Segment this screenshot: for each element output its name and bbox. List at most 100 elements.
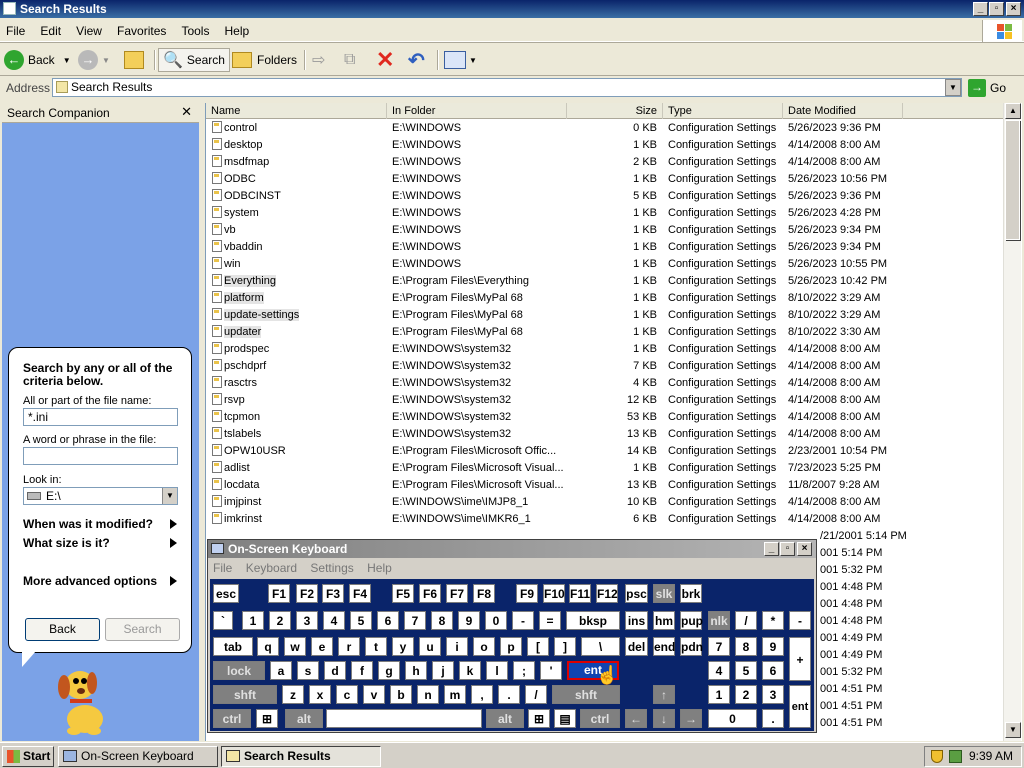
osk-key-hm[interactable]: hm [653,611,675,630]
osk-key-p[interactable]: p [500,637,522,656]
osk-key-symbol[interactable]: ↑ [653,685,675,704]
table-row[interactable]: imjpinst E:\WINDOWS\ime\IMJP8_1 10 KB Confi… [206,494,1006,511]
osk-key-F2[interactable]: F2 [296,584,318,603]
osk-key-ctrl[interactable]: ctrl [580,709,620,728]
when-modified-link[interactable]: When was it modified? [23,517,177,531]
table-row[interactable]: rasctrs E:\WINDOWS\system32 4 KB Configurat… [206,375,1006,392]
osk-key-del[interactable]: del [625,637,648,656]
chevron-down-icon[interactable]: ▼ [162,488,177,504]
back-button-companion[interactable]: Back [25,618,100,641]
osk-key-9[interactable]: 9 [458,611,480,630]
close-pane-icon[interactable]: ✕ [181,104,192,120]
osk-key-6[interactable]: 6 [377,611,399,630]
table-row[interactable]: platform E:\Program Files\MyPal 68 1 KB Con… [206,290,1006,307]
osk-key-8[interactable]: 8 [735,637,757,656]
osk-key-1[interactable]: 1 [242,611,264,630]
advanced-options-link[interactable]: More advanced options [23,574,177,588]
menu-help[interactable]: Help [219,20,256,42]
osk-key-symbol[interactable]: / [735,611,757,630]
scroll-up-button[interactable]: ▲ [1005,103,1021,119]
osk-key-a[interactable]: a [270,661,292,680]
osk-key-alt[interactable]: alt [486,709,524,728]
column-header-type[interactable]: Type [663,103,783,119]
chevron-down-icon[interactable]: ▼ [469,56,477,65]
osk-key-1[interactable]: 1 [708,685,730,704]
table-row[interactable]: updater E:\Program Files\MyPal 68 1 KB Conf… [206,324,1006,341]
table-row[interactable]: system E:\WINDOWS 1 KB Configuration Settin… [206,205,1006,222]
osk-key-symbol[interactable]: ⊞ [256,709,278,728]
look-in-select[interactable]: E:\ ▼ [23,487,178,505]
osk-key-m[interactable]: m [444,685,466,704]
osk-key-slk[interactable]: slk [653,584,675,603]
size-link[interactable]: What size is it? [23,536,177,550]
network-icon[interactable] [949,750,962,763]
scrollbar-thumb[interactable] [1005,120,1020,240]
osk-key-v[interactable]: v [363,685,385,704]
osk-key-symbol[interactable]: ' [540,661,562,680]
menu-tools[interactable]: Tools [175,20,215,42]
osk-key-symbol[interactable]: [ [527,637,549,656]
taskbar-item-search-results[interactable]: Search Results [221,746,381,767]
osk-key-f[interactable]: f [351,661,373,680]
osk-key-symbol[interactable]: ⊞ [528,709,550,728]
search-button[interactable]: 🔍 Search [158,48,230,72]
osk-key-symbol[interactable]: . [498,685,520,704]
address-input[interactable]: Search Results [52,78,962,97]
folders-button[interactable]: Folders [232,48,297,72]
table-row[interactable]: pschdprf E:\WINDOWS\system32 7 KB Configura… [206,358,1006,375]
osk-key-F4[interactable]: F4 [349,584,371,603]
osk-maximize-button[interactable]: ▫ [780,542,795,556]
osk-menu-settings[interactable]: Settings [305,559,358,577]
table-row[interactable]: ODBCINST E:\WINDOWS 5 KB Configuration Sett… [206,188,1006,205]
osk-minimize-button[interactable]: _ [764,542,779,556]
osk-key-symbol[interactable]: . [762,709,784,728]
osk-key-symbol[interactable]: ↓ [653,709,675,728]
menu-favorites[interactable]: Favorites [111,20,172,42]
table-row[interactable]: Everything E:\Program Files\Everything 1 K… [206,273,1006,290]
osk-key-2[interactable]: 2 [269,611,291,630]
osk-key-u[interactable]: u [419,637,441,656]
table-row[interactable]: OPW10USR E:\Program Files\Microsoft Offic… [206,443,1006,460]
osk-key-2[interactable]: 2 [735,685,757,704]
osk-key-esc[interactable]: esc [213,584,239,603]
table-row[interactable]: vbaddin E:\WINDOWS 1 KB Configuration Setti… [206,239,1006,256]
osk-key-F12[interactable]: F12 [596,584,618,603]
search-dog-icon[interactable] [50,661,120,736]
osk-key-symbol[interactable]: ] [554,637,576,656]
table-row[interactable]: desktop E:\WINDOWS 1 KB Configuration Setti… [206,137,1006,154]
osk-key-ins[interactable]: ins [625,611,648,630]
osk-key-symbol[interactable]: ; [513,661,535,680]
osk-key-F3[interactable]: F3 [322,584,344,603]
osk-key-7[interactable]: 7 [708,637,730,656]
osk-key-4[interactable]: 4 [323,611,345,630]
osk-key-symbol[interactable]: - [789,611,811,630]
osk-key-brk[interactable]: brk [680,584,702,603]
osk-key-l[interactable]: l [486,661,508,680]
osk-key-t[interactable]: t [365,637,387,656]
table-row[interactable]: rsvp E:\WINDOWS\system32 12 KB Configuratio… [206,392,1006,409]
osk-key-psc[interactable]: psc [625,584,648,603]
osk-key-e[interactable]: e [311,637,333,656]
search-submit-button[interactable]: Search [105,618,180,641]
phrase-input[interactable] [23,447,178,465]
undo-button[interactable]: ↶ [408,48,425,72]
osk-key-symbol[interactable]: ` [213,611,233,630]
table-row[interactable]: control E:\WINDOWS 0 KB Configuration Setti… [206,120,1006,137]
osk-key-3[interactable]: 3 [762,685,784,704]
osk-key-F1[interactable]: F1 [268,584,290,603]
osk-key-symbol[interactable]: - [512,611,534,630]
table-row[interactable]: update-settings E:\Program Files\MyPal 68… [206,307,1006,324]
osk-key-symbol[interactable]: , [471,685,493,704]
osk-key-end[interactable]: end [653,637,675,656]
osk-key-symbol[interactable]: \ [581,637,620,656]
osk-key-5[interactable]: 5 [735,661,757,680]
osk-key-3[interactable]: 3 [296,611,318,630]
osk-key-numpad-plus[interactable]: + [789,637,811,681]
maximize-button[interactable]: ▫ [989,2,1004,16]
osk-menu-help[interactable]: Help [362,559,397,577]
osk-key-r[interactable]: r [338,637,360,656]
osk-menu-keyboard[interactable]: Keyboard [241,559,302,577]
osk-key-lock[interactable]: lock [213,661,265,680]
osk-key-7[interactable]: 7 [404,611,426,630]
osk-key-j[interactable]: j [432,661,454,680]
